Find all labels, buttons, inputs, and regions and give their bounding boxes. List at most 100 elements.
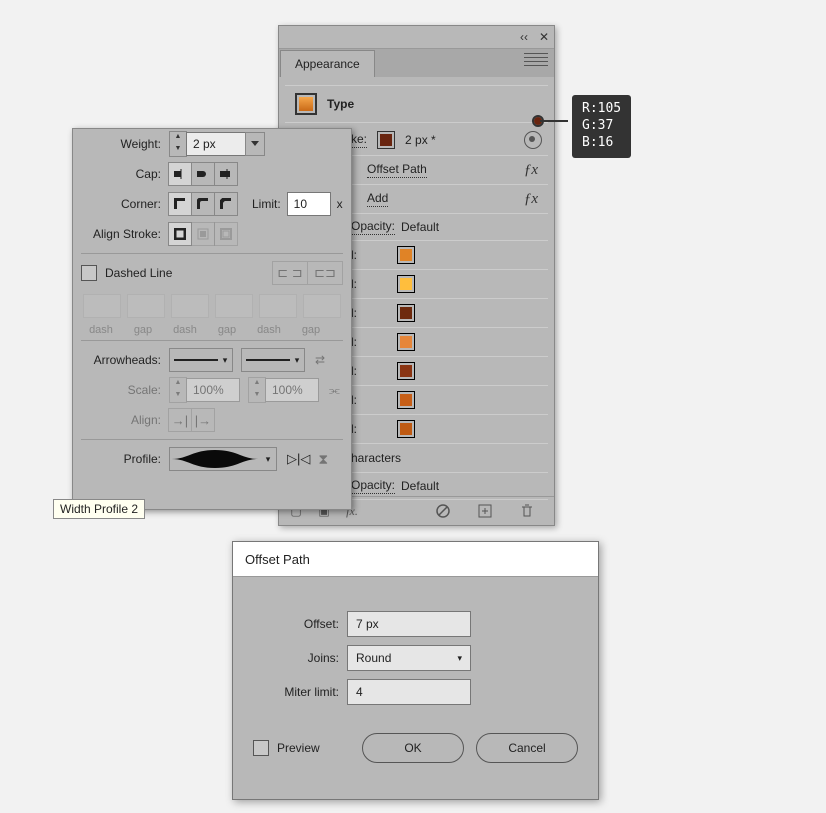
cap-buttons <box>169 162 238 186</box>
clear-icon[interactable] <box>434 502 452 520</box>
dialog-title: Offset Path <box>233 542 598 577</box>
selection-row: Type <box>285 85 548 123</box>
arrow-end-dropdown[interactable]: ▾ <box>241 348 305 372</box>
arrow-align-row: Align: →||→ <box>73 405 351 435</box>
selection-swatch[interactable] <box>295 93 317 115</box>
fx-icon: ƒx <box>524 162 538 179</box>
align-stroke-label: Align Stroke: <box>81 227 161 241</box>
arrow-scale-row: Scale: ▲▼ 100% ▲▼ 100% ⫘ <box>73 375 351 405</box>
fill-swatch[interactable] <box>397 246 415 264</box>
offset-input[interactable]: 7 px <box>347 611 471 637</box>
dashed-checkbox[interactable] <box>81 265 97 281</box>
cap-round-icon[interactable] <box>191 162 215 186</box>
offset-label: Offset: <box>253 617 339 631</box>
fill-swatch[interactable] <box>397 275 415 293</box>
align-outside-icon <box>214 222 238 246</box>
scale2-input: 100% <box>265 378 319 402</box>
rgb-readout: R:105 G:37 B:16 <box>572 95 631 158</box>
width-profile-icon <box>170 448 260 470</box>
gap-input <box>127 294 165 318</box>
gap-input <box>303 294 341 318</box>
weight-stepper[interactable]: ▲▼ <box>169 131 187 157</box>
panel-menu-icon[interactable] <box>518 41 554 77</box>
scale2-stepper: ▲▼ <box>248 377 266 403</box>
dashed-row: Dashed Line ⊏ ⊐ ⊏⊐ <box>73 258 351 288</box>
dash-input <box>259 294 297 318</box>
characters-label: haracters <box>351 451 401 465</box>
scale-label: Scale: <box>81 383 161 397</box>
weight-dropdown[interactable] <box>245 132 265 156</box>
offset-path-dialog: Offset Path Offset: 7 px Joins: Round▾ M… <box>232 541 599 800</box>
preview-checkbox[interactable] <box>253 740 269 756</box>
fill-swatch[interactable] <box>397 362 415 380</box>
trash-icon[interactable] <box>518 502 536 520</box>
preview-label: Preview <box>277 741 320 755</box>
weight-input[interactable]: 2 px <box>186 132 246 156</box>
g-label: G: <box>582 118 598 133</box>
scale1-input: 100% <box>186 378 240 402</box>
joins-label: Joins: <box>253 651 339 665</box>
corner-bevel-icon[interactable] <box>214 192 238 216</box>
r-value: 105 <box>598 101 621 116</box>
rgb-pointer <box>534 117 568 125</box>
corner-buttons <box>169 192 238 216</box>
arrowheads-label: Arrowheads: <box>81 353 161 367</box>
tab-appearance[interactable]: Appearance <box>280 50 375 77</box>
effect-link[interactable]: Offset Path <box>367 162 427 178</box>
cap-butt-icon[interactable] <box>168 162 192 186</box>
opacity-value: Default <box>401 220 439 234</box>
align-center-icon[interactable] <box>168 222 192 246</box>
profile-dropdown[interactable]: ▾ <box>169 447 277 471</box>
gap-input <box>215 294 253 318</box>
stroke-panel: Weight: ▲▼ 2 px Cap: Corner: Limit: 10 x… <box>72 128 352 510</box>
limit-label: Limit: <box>252 197 281 211</box>
tooltip: Width Profile 2 <box>53 499 145 519</box>
corner-round-icon[interactable] <box>191 192 215 216</box>
selection-target-icon[interactable] <box>524 131 542 149</box>
g-value: 37 <box>598 118 614 133</box>
profile-row: Profile: ▾ ▷|◁ ⧗ <box>73 444 351 474</box>
align-tip-icon: →| <box>168 408 192 432</box>
opacity-link[interactable]: Opacity: <box>351 219 395 235</box>
stroke-swatch[interactable] <box>377 131 395 149</box>
cap-label: Cap: <box>81 167 161 181</box>
callout-line <box>540 120 568 122</box>
b-label: B: <box>582 135 598 150</box>
dash-input <box>83 294 121 318</box>
profile-label: Profile: <box>81 452 161 466</box>
fill-swatch[interactable] <box>397 304 415 322</box>
fill-swatch[interactable] <box>397 391 415 409</box>
cap-projecting-icon[interactable] <box>214 162 238 186</box>
joins-select[interactable]: Round▾ <box>347 645 471 671</box>
effect-link[interactable]: Add <box>367 191 388 207</box>
dashed-label: Dashed Line <box>105 266 172 280</box>
align-stroke-row: Align Stroke: <box>73 219 351 249</box>
duplicate-icon[interactable] <box>476 502 494 520</box>
limit-input[interactable]: 10 <box>287 192 331 216</box>
limit-suffix: x <box>337 197 343 211</box>
r-label: R: <box>582 101 598 116</box>
cancel-button[interactable]: Cancel <box>476 733 578 763</box>
miter-input[interactable]: 4 <box>347 679 471 705</box>
panel-tabbar: Appearance <box>279 49 554 77</box>
dash-preserve-icon: ⊏ ⊐ <box>272 261 308 285</box>
swap-arrows-icon: ⇄ <box>315 353 325 367</box>
fill-swatch[interactable] <box>397 333 415 351</box>
opacity-link[interactable]: Opacity: <box>351 478 395 494</box>
ok-button[interactable]: OK <box>362 733 464 763</box>
rgb-callout: R:105 G:37 B:16 <box>572 95 631 158</box>
fill-swatch[interactable] <box>397 420 415 438</box>
arrow-start-dropdown[interactable]: ▾ <box>169 348 233 372</box>
align-inside-icon <box>191 222 215 246</box>
flip-along-icon[interactable]: ▷|◁ <box>287 451 310 467</box>
weight-label: Weight: <box>81 137 161 151</box>
panel-titlebar: ‹‹ ✕ <box>279 26 554 49</box>
corner-miter-icon[interactable] <box>168 192 192 216</box>
arrowheads-row: Arrowheads: ▾ ▾ ⇄ <box>73 345 351 375</box>
dash-align-icon: ⊏⊐ <box>307 261 343 285</box>
dash-labels: dashgapdashgapdashgap <box>83 324 341 336</box>
cap-row: Cap: <box>73 159 351 189</box>
flip-across-icon: ⧗ <box>318 451 328 468</box>
selection-type-label: Type <box>327 97 354 111</box>
dash-inputs <box>83 294 341 318</box>
